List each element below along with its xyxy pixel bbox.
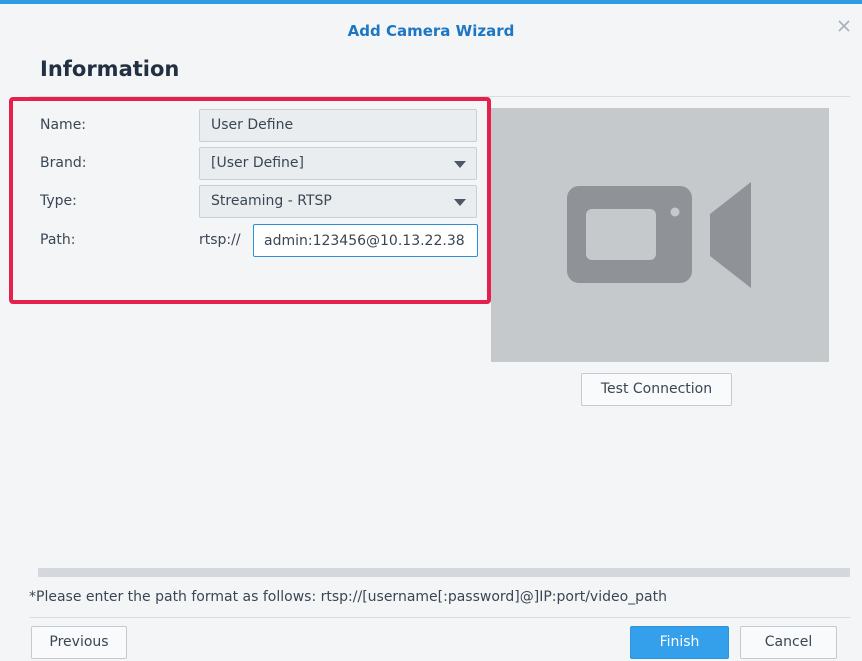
highlight-box (9, 97, 491, 304)
add-camera-dialog: Add Camera Wizard Information Name: User… (0, 0, 862, 661)
finish-button[interactable]: Finish (630, 626, 729, 659)
video-camera-icon (567, 182, 751, 288)
cancel-button[interactable]: Cancel (740, 626, 837, 659)
close-icon[interactable] (836, 18, 852, 34)
path-format-hint: *Please enter the path format as follows… (29, 589, 667, 605)
test-connection-button[interactable]: Test Connection (581, 373, 732, 406)
section-title: Information (40, 57, 180, 81)
previous-button[interactable]: Previous (31, 626, 127, 659)
footer-divider (30, 617, 850, 618)
dialog-title: Add Camera Wizard (347, 22, 515, 40)
progress-track (38, 568, 850, 577)
